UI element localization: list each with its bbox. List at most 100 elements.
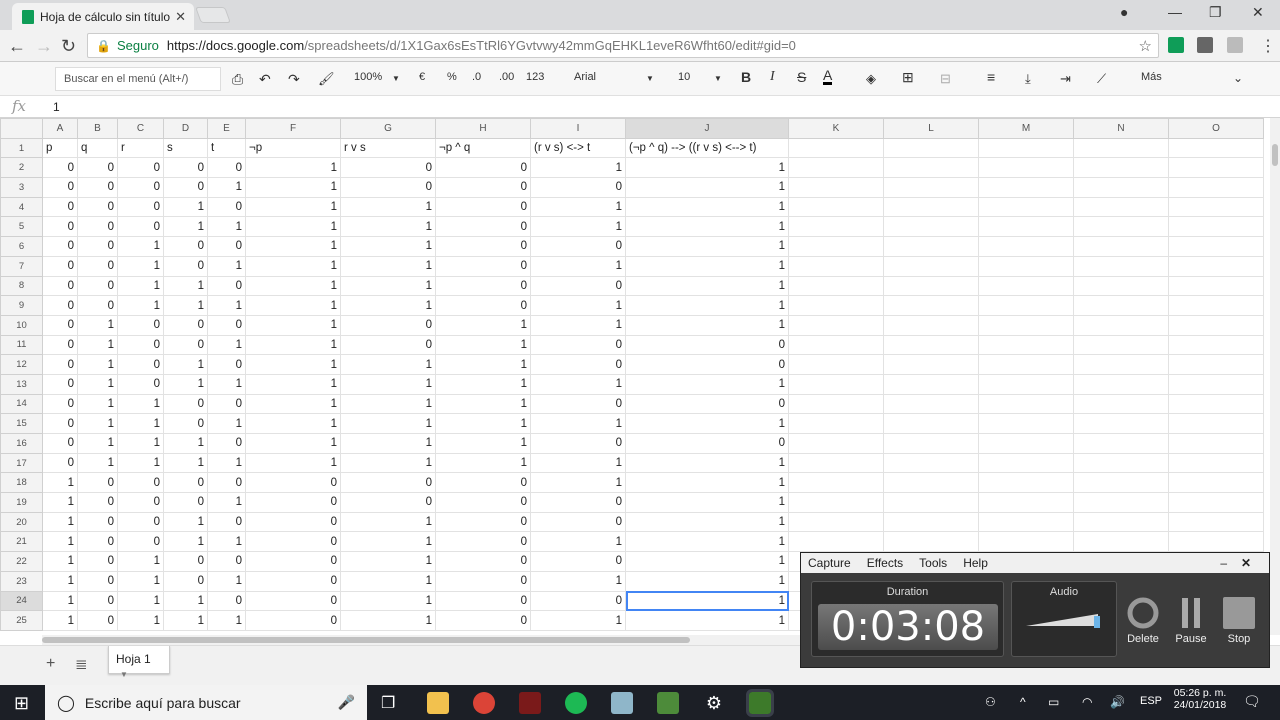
cell[interactable]: 0 <box>435 570 531 592</box>
cell[interactable] <box>788 393 884 415</box>
cell[interactable] <box>978 413 1074 434</box>
cell[interactable] <box>1073 452 1169 474</box>
cell[interactable]: 1 <box>530 413 626 434</box>
cell[interactable]: 0 <box>42 196 78 218</box>
recorder-taskbar-icon[interactable] <box>746 689 774 717</box>
cell[interactable]: 0 <box>625 393 789 415</box>
cell[interactable] <box>978 314 1074 336</box>
cell[interactable]: 1 <box>340 196 436 218</box>
column-header-c[interactable]: C <box>117 118 164 139</box>
cell[interactable]: 1 <box>163 354 208 375</box>
cell[interactable]: 1 <box>530 255 626 277</box>
text-rotate-icon[interactable]: ⟋ <box>1097 71 1106 87</box>
cell[interactable]: 1 <box>530 531 626 553</box>
cell[interactable]: 0 <box>42 216 78 238</box>
collapse-chevron-icon[interactable]: ⌄ <box>1233 71 1243 85</box>
cell[interactable]: 1 <box>245 196 341 218</box>
cell[interactable] <box>1073 196 1169 218</box>
cell[interactable]: 1 <box>625 452 789 474</box>
cell[interactable]: 1 <box>207 373 246 395</box>
cell[interactable] <box>1168 452 1264 474</box>
cell[interactable]: 1 <box>163 433 208 454</box>
cell[interactable]: 0 <box>163 413 208 434</box>
cell[interactable] <box>788 452 884 474</box>
cell[interactable]: 0 <box>245 531 341 553</box>
wifi-icon[interactable]: ◠ <box>1082 695 1092 709</box>
row-header[interactable]: 20 <box>0 511 43 533</box>
cell[interactable]: 0 <box>245 472 341 494</box>
cell[interactable]: 1 <box>625 492 789 513</box>
cell[interactable] <box>978 295 1074 316</box>
cell[interactable]: 1 <box>530 472 626 494</box>
cell[interactable]: 0 <box>42 177 78 198</box>
cell[interactable]: ¬p <box>245 137 341 159</box>
cell[interactable] <box>1073 295 1169 316</box>
cell[interactable]: 1 <box>625 236 789 257</box>
cell[interactable]: 1 <box>42 472 78 494</box>
cell[interactable]: 1 <box>207 531 246 553</box>
cell[interactable]: 1 <box>77 373 118 395</box>
cell[interactable]: 1 <box>435 452 531 474</box>
cell[interactable] <box>978 216 1074 238</box>
row-header[interactable]: 9 <box>0 295 43 316</box>
redo-icon[interactable]: ↷ <box>288 71 300 88</box>
cell[interactable]: 0 <box>625 354 789 375</box>
cell[interactable]: 1 <box>207 216 246 238</box>
cell[interactable]: 1 <box>340 610 436 631</box>
cell[interactable]: 0 <box>163 570 208 592</box>
cell[interactable]: 0 <box>42 275 78 297</box>
cell[interactable] <box>1073 177 1169 198</box>
cell[interactable] <box>978 137 1074 159</box>
cell[interactable] <box>1073 236 1169 257</box>
battery-icon[interactable]: ▭ <box>1048 695 1059 709</box>
cell[interactable]: 1 <box>245 255 341 277</box>
cell[interactable] <box>1168 196 1264 218</box>
cell[interactable]: 1 <box>77 354 118 375</box>
vertical-scroll-thumb[interactable] <box>1272 144 1278 166</box>
cell[interactable] <box>788 255 884 277</box>
cell[interactable]: 1 <box>207 334 246 356</box>
cell[interactable] <box>1168 433 1264 454</box>
cell[interactable]: 0 <box>117 177 164 198</box>
cell[interactable] <box>978 492 1074 513</box>
cell[interactable]: 0 <box>245 570 341 592</box>
cell[interactable]: 1 <box>163 196 208 218</box>
cell[interactable]: 1 <box>340 393 436 415</box>
cell[interactable]: 1 <box>245 275 341 297</box>
cell[interactable]: 0 <box>42 334 78 356</box>
cell[interactable] <box>883 472 979 494</box>
cell[interactable]: 0 <box>530 590 626 612</box>
cell[interactable]: r v s <box>340 137 436 159</box>
cell[interactable]: 0 <box>340 314 436 336</box>
column-header-n[interactable]: N <box>1073 118 1169 139</box>
cell[interactable]: 0 <box>245 492 341 513</box>
cell[interactable] <box>788 472 884 494</box>
cell[interactable] <box>788 433 884 454</box>
cell[interactable]: 1 <box>117 551 164 572</box>
cell[interactable]: 1 <box>625 551 789 572</box>
cell[interactable]: 1 <box>245 236 341 257</box>
cell[interactable]: 1 <box>42 610 78 631</box>
close-tab-icon[interactable]: ✕ <box>175 9 186 25</box>
cell[interactable]: 1 <box>42 551 78 572</box>
cell[interactable] <box>1168 157 1264 179</box>
cell[interactable] <box>788 275 884 297</box>
cell[interactable] <box>978 452 1074 474</box>
cell[interactable]: 1 <box>245 295 341 316</box>
cell[interactable] <box>1073 314 1169 336</box>
cell[interactable] <box>788 295 884 316</box>
italic-icon[interactable]: I <box>770 69 775 85</box>
cell[interactable] <box>883 511 979 533</box>
cell[interactable]: 1 <box>117 295 164 316</box>
cell[interactable]: 1 <box>625 531 789 553</box>
cell[interactable]: 1 <box>117 452 164 474</box>
cell[interactable] <box>1073 354 1169 375</box>
cell[interactable]: 0 <box>245 551 341 572</box>
cell[interactable]: 1 <box>163 610 208 631</box>
column-header-m[interactable]: M <box>978 118 1074 139</box>
row-header[interactable]: 8 <box>0 275 43 297</box>
row-header[interactable]: 22 <box>0 551 43 572</box>
cell[interactable] <box>883 492 979 513</box>
cell[interactable]: 0 <box>530 511 626 533</box>
column-header-f[interactable]: F <box>245 118 341 139</box>
